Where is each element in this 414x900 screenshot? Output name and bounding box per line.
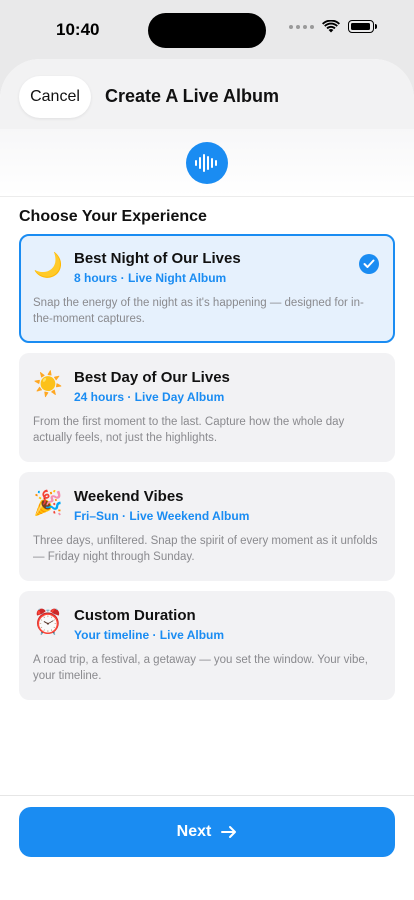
sound-wave-icon: [186, 141, 228, 184]
logo-area: [0, 129, 414, 197]
option-subtitle: 8 hours · Live Night Album: [74, 271, 227, 285]
sheet-title: Create A Live Album: [0, 86, 414, 107]
option-description: A road trip, a festival, a getaway — you…: [33, 654, 368, 682]
option-title: Best Night of Our Lives: [74, 250, 241, 267]
sun-icon: ☀️: [33, 371, 63, 398]
battery-icon: [348, 20, 377, 33]
party-popper-icon: 🎉: [33, 490, 63, 517]
section-title: Choose Your Experience: [19, 208, 207, 225]
option-subtitle: Fri–Sun · Live Weekend Album: [74, 509, 250, 523]
option-best-day[interactable]: ☀️ Best Day of Our Lives 24 hours · Live…: [19, 353, 395, 462]
option-best-night[interactable]: 🌙 Best Night of Our Lives 8 hours · Live…: [19, 234, 395, 343]
sheet-title-text: Create A Live Album: [104, 86, 280, 106]
status-icons: [289, 20, 377, 33]
option-title: Best Day of Our Lives: [74, 369, 230, 386]
status-bar: 10:40: [0, 0, 414, 60]
experience-options: 🌙 Best Night of Our Lives 8 hours · Live…: [19, 234, 395, 710]
option-title: Weekend Vibes: [74, 488, 184, 505]
option-description: From the first moment to the last. Captu…: [33, 416, 345, 444]
cellular-signal-icon: [289, 24, 314, 29]
moon-icon: 🌙: [33, 252, 63, 279]
option-description: Snap the energy of the night as it's hap…: [33, 297, 364, 325]
next-button[interactable]: Next: [19, 807, 395, 857]
arrow-right-icon: [221, 826, 237, 838]
option-subtitle: 24 hours · Live Day Album: [74, 390, 225, 404]
option-subtitle: Your timeline · Live Album: [74, 628, 225, 642]
sheet-header: Cancel Create A Live Album: [0, 59, 414, 129]
footer: Next: [0, 795, 414, 900]
wifi-icon: [322, 20, 340, 33]
option-custom-duration[interactable]: ⏰ Custom Duration Your timeline · Live A…: [19, 591, 395, 700]
alarm-clock-icon: ⏰: [33, 609, 63, 636]
option-description: Three days, unfiltered. Snap the spirit …: [33, 535, 378, 563]
option-weekend-vibes[interactable]: 🎉 Weekend Vibes Fri–Sun · Live Weekend A…: [19, 472, 395, 581]
option-title: Custom Duration: [74, 607, 196, 624]
dynamic-island: [148, 13, 266, 48]
next-label: Next: [176, 823, 212, 840]
status-time: 10:40: [56, 20, 100, 39]
checkmark-icon: [359, 254, 379, 274]
